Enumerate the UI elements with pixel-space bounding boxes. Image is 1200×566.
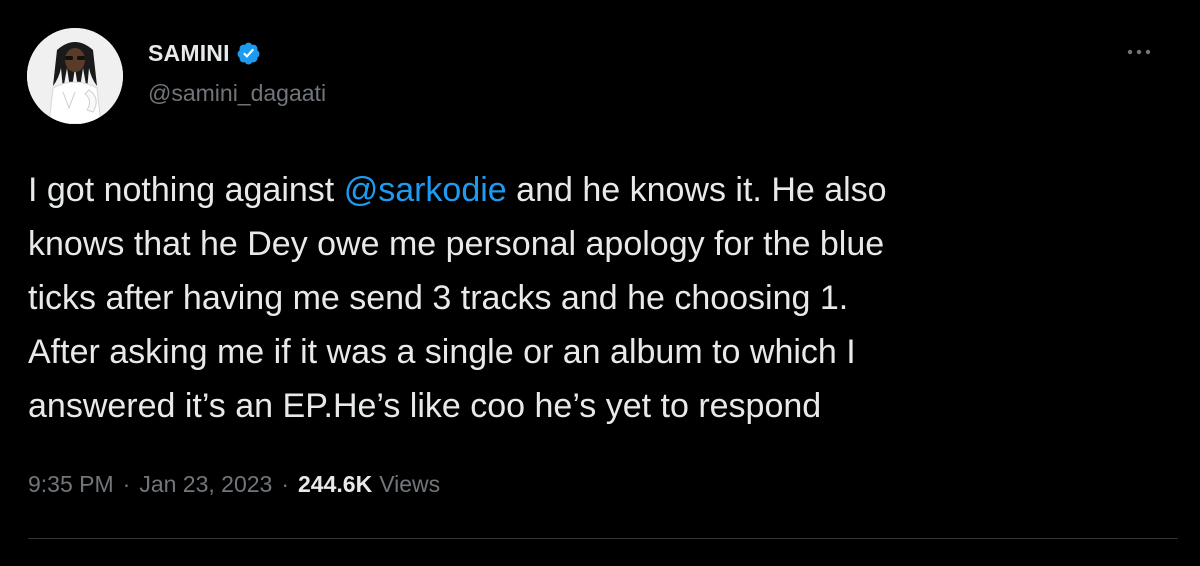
more-options-icon[interactable]	[1124, 42, 1154, 62]
tweet-text-part: I got nothing against	[28, 171, 344, 209]
author-name-row[interactable]: SAMINI	[148, 38, 261, 68]
views-label[interactable]: Views	[379, 471, 440, 498]
verified-badge-icon[interactable]	[236, 41, 261, 66]
tweet-text-part: and he knows it. He also knows that he D…	[28, 171, 887, 425]
tweet-time[interactable]: 9:35 PM	[28, 471, 114, 498]
divider	[28, 538, 1178, 539]
tweet-meta: 9:35 PM · Jan 23, 2023 · 244.6K Views	[28, 471, 440, 498]
avatar-image	[27, 28, 123, 124]
author-handle[interactable]: @samini_dagaati	[148, 80, 326, 107]
tweet-card: SAMINI @samini_dagaati I got nothing aga…	[0, 0, 1200, 566]
mention-link[interactable]: @sarkodie	[344, 171, 507, 209]
tweet-date[interactable]: Jan 23, 2023	[139, 471, 272, 498]
meta-separator: ·	[281, 471, 290, 497]
display-name[interactable]: SAMINI	[148, 40, 230, 67]
tweet-text: I got nothing against @sarkodie and he k…	[28, 163, 1178, 433]
meta-separator: ·	[122, 471, 131, 497]
avatar[interactable]	[27, 28, 123, 124]
views-count[interactable]: 244.6K	[298, 471, 372, 498]
